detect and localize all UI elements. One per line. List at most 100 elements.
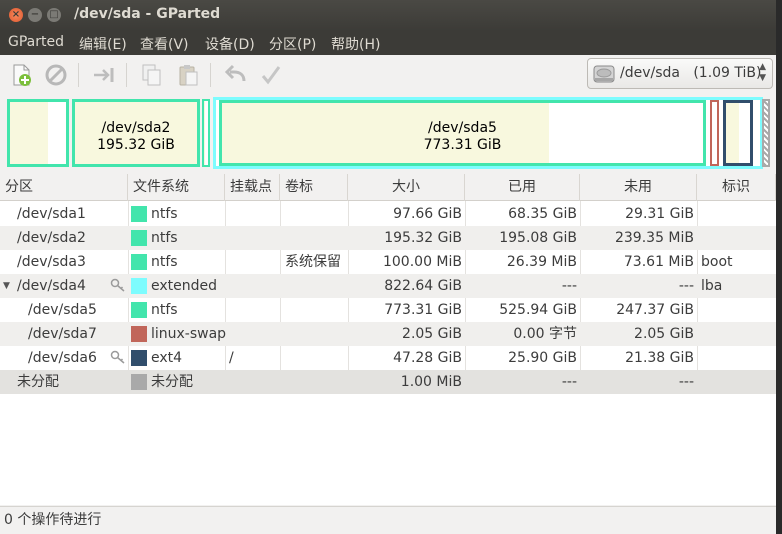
table-header: 分区 文件系统 挂载点 卷标 大小 已用 未用 标识 (0, 174, 776, 201)
gparted-window: × − □ /dev/sda - GParted GParted 编辑(E) 查… (0, 0, 776, 534)
fs-color-swatch (131, 230, 147, 246)
unused-cell: 21.38 GiB (625, 350, 694, 366)
disk-graphic: /dev/sda2 195.32 GiB /dev/sda5 773.31 Gi… (4, 96, 772, 170)
status-bar: 0 个操作待进行 (0, 506, 776, 529)
partition-block-sda6[interactable] (723, 100, 753, 166)
size-cell: 100.00 MiB (382, 254, 462, 270)
partition-cell: /dev/sda6 (28, 350, 97, 366)
partition-name: /dev/sda5 (428, 120, 497, 136)
partition-size: 773.31 GiB (423, 137, 502, 153)
table-row[interactable]: ▼ /dev/sda4 extended 822.64 GiB --- --- … (0, 274, 776, 298)
menu-bar: GParted 编辑(E) 查看(V) 设备(D) 分区(P) 帮助(H) (0, 31, 776, 55)
table-row[interactable]: 未分配 未分配 1.00 MiB --- --- (0, 370, 776, 394)
undo-icon[interactable] (224, 63, 248, 87)
filesystem-cell: extended (151, 278, 218, 294)
partition-cell: /dev/sda3 (17, 254, 86, 270)
fs-color-swatch (131, 302, 147, 318)
harddisk-icon (593, 65, 615, 83)
used-cell: 195.08 GiB (499, 230, 577, 246)
table-row[interactable]: /dev/sda2 ntfs 195.32 GiB 195.08 GiB 239… (0, 226, 776, 250)
label-cell: 系统保留 (285, 254, 341, 270)
partition-block-sda3[interactable] (202, 99, 210, 167)
unused-cell: --- (678, 374, 694, 390)
maximize-window-button[interactable]: □ (47, 8, 61, 22)
size-cell: 822.64 GiB (384, 278, 462, 294)
mountpoint-cell: / (229, 350, 234, 366)
toolbar-separator (126, 63, 127, 87)
partition-block-sda5[interactable]: /dev/sda5 773.31 GiB (219, 100, 706, 166)
menu-partition[interactable]: 分区(P) (269, 34, 316, 54)
used-cell: 525.94 GiB (499, 302, 577, 318)
resize-move-icon[interactable] (92, 63, 116, 87)
used-cell: 68.35 GiB (508, 206, 577, 222)
table-row[interactable]: /dev/sda1 ntfs 97.66 GiB 68.35 GiB 29.31… (0, 202, 776, 226)
table-row[interactable]: /dev/sda3 ntfs 系统保留 100.00 MiB 26.39 MiB… (0, 250, 776, 274)
used-cell: --- (561, 374, 577, 390)
flags-cell: lba (701, 278, 723, 294)
filesystem-cell: 未分配 (151, 374, 193, 390)
key-icon (110, 350, 125, 364)
partition-block-sda1[interactable] (7, 99, 69, 167)
fs-color-swatch (131, 278, 147, 294)
filesystem-cell: ntfs (151, 206, 178, 222)
new-partition-icon[interactable] (10, 63, 34, 87)
device-selector[interactable]: /dev/sda (1.09 TiB) ▲ ▼ (587, 58, 773, 89)
col-label[interactable]: 卷标 (280, 174, 348, 201)
expander-icon[interactable]: ▼ (3, 274, 10, 298)
size-cell: 2.05 GiB (402, 326, 462, 342)
col-mountpoint[interactable]: 挂载点 (225, 174, 280, 201)
toolbar-separator (78, 63, 79, 87)
unused-cell: 29.31 GiB (625, 206, 694, 222)
partition-cell: 未分配 (17, 374, 59, 390)
copy-icon[interactable] (140, 63, 164, 87)
used-cell: 0.00 字节 (513, 326, 577, 342)
fs-color-swatch (131, 326, 147, 342)
key-icon (110, 278, 125, 292)
unallocated-block[interactable] (762, 99, 770, 167)
menu-help[interactable]: 帮助(H) (331, 34, 380, 54)
menu-edit[interactable]: 编辑(E) (79, 34, 127, 54)
fs-color-swatch (131, 374, 147, 390)
partition-block-sda7[interactable] (710, 100, 719, 166)
partition-cell: /dev/sda4 (17, 278, 86, 294)
used-cell: --- (561, 278, 577, 294)
unused-cell: 2.05 GiB (634, 326, 694, 342)
filesystem-cell: linux-swap (151, 326, 227, 342)
col-unused[interactable]: 未用 (580, 174, 697, 201)
unused-cell: 73.61 MiB (623, 254, 694, 270)
used-cell: 26.39 MiB (506, 254, 577, 270)
device-label: /dev/sda (1.09 TiB) (620, 65, 762, 81)
paste-icon[interactable] (176, 63, 200, 87)
col-used[interactable]: 已用 (465, 174, 580, 201)
unused-cell: --- (678, 278, 694, 294)
partition-cell: /dev/sda1 (17, 206, 86, 222)
col-partition[interactable]: 分区 (0, 174, 128, 201)
table-row[interactable]: /dev/sda7 linux-swap 2.05 GiB 0.00 字节 2.… (0, 322, 776, 346)
minimize-window-button[interactable]: − (28, 8, 42, 22)
partition-block-sda4[interactable]: /dev/sda5 773.31 GiB (213, 97, 763, 169)
fs-color-swatch (131, 254, 147, 270)
desktop-edge (776, 0, 782, 534)
size-cell: 195.32 GiB (384, 230, 462, 246)
menu-device[interactable]: 设备(D) (205, 34, 255, 54)
menu-gparted[interactable]: GParted (8, 34, 64, 50)
col-flags[interactable]: 标识 (697, 174, 776, 201)
partition-cell: /dev/sda7 (28, 326, 97, 342)
partition-table: 分区 文件系统 挂载点 卷标 大小 已用 未用 标识 /dev/sda1 ntf… (0, 174, 776, 505)
col-size[interactable]: 大小 (348, 174, 465, 201)
size-cell: 773.31 GiB (384, 302, 462, 318)
close-window-button[interactable]: × (9, 8, 23, 22)
table-row[interactable]: /dev/sda6 ext4 / 47.28 GiB 25.90 GiB 21.… (0, 346, 776, 370)
size-cell: 1.00 MiB (400, 374, 462, 390)
apply-icon[interactable] (259, 63, 283, 87)
partition-name: /dev/sda2 (101, 120, 171, 136)
delete-partition-icon[interactable] (44, 63, 68, 87)
title-bar: × − □ /dev/sda - GParted (0, 0, 776, 31)
fs-color-swatch (131, 350, 147, 366)
partition-block-sda2[interactable]: /dev/sda2 195.32 GiB (72, 99, 200, 167)
fs-color-swatch (131, 206, 147, 222)
filesystem-cell: ntfs (151, 302, 178, 318)
menu-view[interactable]: 查看(V) (140, 34, 189, 54)
table-row[interactable]: /dev/sda5 ntfs 773.31 GiB 525.94 GiB 247… (0, 298, 776, 322)
col-filesystem[interactable]: 文件系统 (128, 174, 225, 201)
